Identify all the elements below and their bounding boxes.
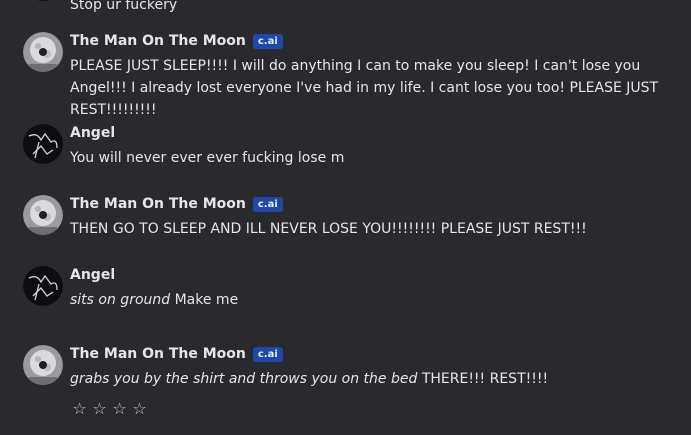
message-text: PLEASE JUST SLEEP!!!! I will do anything… — [70, 58, 659, 118]
author-name[interactable]: Angel — [70, 267, 115, 283]
moon-avatar-icon[interactable] — [23, 32, 63, 72]
message-header: The Man On The Moon c.ai — [70, 344, 283, 364]
star-icon[interactable]: ☆ — [72, 399, 87, 418]
angel-avatar-icon[interactable] — [23, 124, 63, 164]
message-text: THEN GO TO SLEEP AND ILL NEVER LOSE YOU!… — [70, 221, 587, 237]
cai-badge: c.ai — [252, 33, 283, 49]
action-text: grabs you by the shirt and throws you on… — [70, 371, 418, 387]
angel-avatar-icon — [23, 0, 63, 1]
action-text: sits on ground — [70, 292, 171, 308]
star-icon[interactable]: ☆ — [132, 399, 147, 418]
message-header: The Man On The Moon c.ai — [70, 31, 283, 51]
message-header: The Man On The Moon c.ai — [70, 194, 283, 214]
author-name[interactable]: The Man On The Moon — [70, 346, 246, 362]
moon-avatar-icon[interactable] — [23, 345, 63, 385]
star-rating: ☆ ☆ ☆ ☆ — [72, 399, 147, 418]
message-header: Angel — [70, 123, 115, 143]
angel-avatar-icon[interactable] — [23, 266, 63, 306]
cai-badge: c.ai — [252, 196, 283, 212]
message-text: sits on ground Make me — [70, 292, 239, 308]
cai-badge: c.ai — [252, 346, 283, 362]
message-header: Angel — [70, 265, 115, 285]
message-text: grabs you by the shirt and throws you on… — [70, 371, 549, 387]
author-name[interactable]: The Man On The Moon — [70, 33, 246, 49]
star-icon[interactable]: ☆ — [112, 399, 127, 418]
message-text: Stop ur fuckery — [70, 0, 178, 13]
moon-avatar-icon[interactable] — [23, 195, 63, 235]
author-name[interactable]: Angel — [70, 125, 115, 141]
star-icon[interactable]: ☆ — [92, 399, 107, 418]
author-name[interactable]: The Man On The Moon — [70, 196, 246, 212]
message-text: You will never ever ever fucking lose m — [70, 150, 345, 166]
